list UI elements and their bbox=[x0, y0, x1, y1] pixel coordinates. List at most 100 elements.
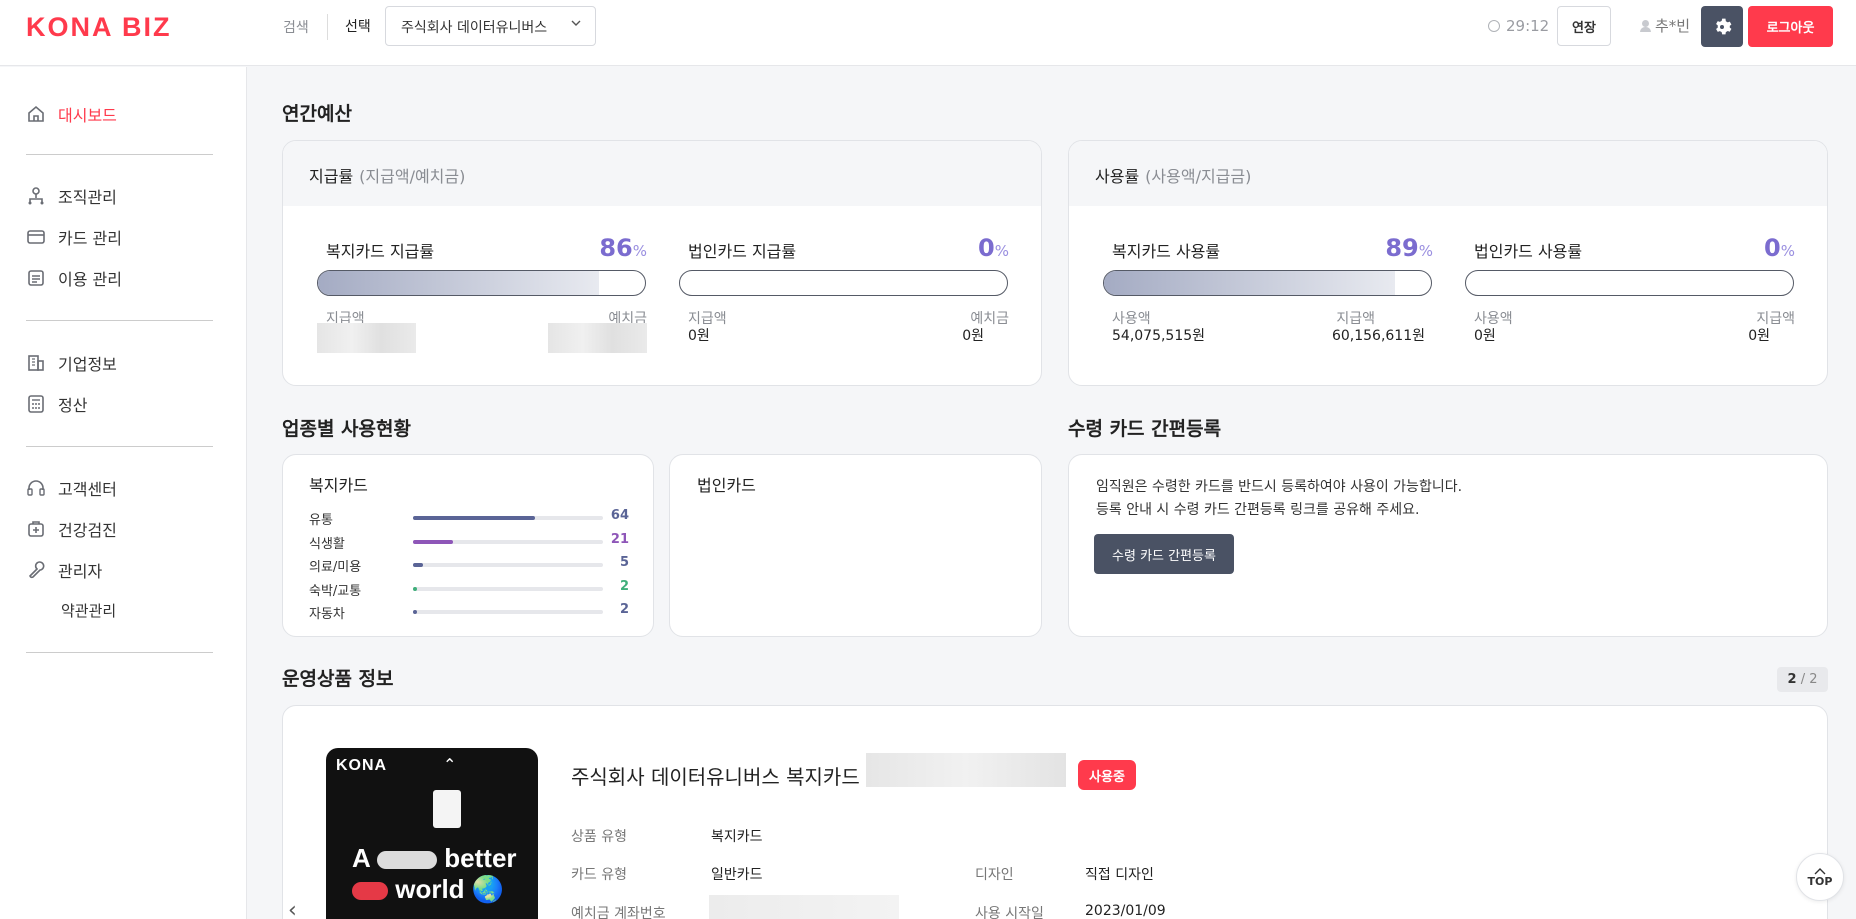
category-name: 의료/미용 bbox=[309, 560, 362, 575]
category-fill bbox=[413, 586, 417, 591]
sidebar-item-org[interactable]: 조직관리 bbox=[26, 184, 117, 208]
kona-biz-logo[interactable]: KONA BIZ bbox=[26, 12, 172, 43]
sidebar-item-company[interactable]: 기업정보 bbox=[26, 351, 117, 375]
sidebar-item-card[interactable]: 카드 관리 bbox=[26, 225, 122, 249]
category-fill bbox=[413, 610, 417, 614]
category-row: 숙박/교통 2 bbox=[309, 578, 629, 599]
settings-button[interactable] bbox=[1701, 6, 1743, 47]
sidebar-item-usage[interactable]: 이용 관리 bbox=[26, 266, 122, 290]
welfare-usage-bar bbox=[1103, 270, 1432, 296]
usage-amount: 54,075,515원 bbox=[1112, 328, 1206, 344]
payout-rate-header: 지급률 (지급액/예치금) bbox=[283, 141, 1041, 206]
notice-line: 임직원은 수령한 카드를 반드시 등록하여야 사용이 가능합니다. bbox=[1096, 479, 1463, 495]
sidebar-item-support[interactable]: 고객센터 bbox=[26, 476, 117, 500]
quick-register-title: 수령 카드 간편등록 bbox=[1068, 418, 1222, 440]
quick-register-button[interactable]: 수령 카드 간편등록 bbox=[1094, 534, 1234, 574]
slogan-pill-decoration bbox=[377, 851, 438, 870]
sidebar-item-label: 조직관리 bbox=[58, 188, 117, 207]
card-brand-logo: KONA bbox=[336, 757, 388, 774]
sidebar-divider bbox=[26, 446, 213, 447]
category-value: 5 bbox=[619, 555, 629, 570]
category-row: 유통 64 bbox=[309, 507, 629, 528]
payout-rate-subheading: (지급액/예치금) bbox=[359, 167, 466, 186]
arrow-up-icon bbox=[1814, 867, 1826, 874]
corporate-category-title: 법인카드 bbox=[697, 476, 756, 495]
corporate-usage-bar bbox=[1465, 270, 1794, 296]
sidebar-item-dashboard[interactable]: 대시보드 bbox=[26, 102, 117, 126]
building-icon bbox=[28, 355, 44, 371]
welfare-category-card: 복지카드 유통 64 식생활 21 의료/미용 5 숙박/교통 2 자동차 2 bbox=[282, 454, 654, 637]
annual-budget-title: 연간예산 bbox=[282, 103, 352, 125]
user-icon bbox=[1640, 19, 1651, 32]
sidebar-item-checkup[interactable]: 건강검진 bbox=[26, 517, 117, 541]
payout-amount: 0원 bbox=[688, 328, 710, 344]
corporate-usage-label: 법인카드 사용률 bbox=[1474, 242, 1583, 261]
timer-value: 29:12 bbox=[1506, 17, 1550, 35]
company-select[interactable]: 주식회사 데이터유니버스 bbox=[385, 6, 596, 46]
page-current: 2 bbox=[1787, 672, 1797, 687]
field-deposit-account: 예치금 계좌번호 bbox=[571, 906, 666, 919]
payout-rate-card: 지급률 (지급액/예치금) 복지카드 지급률 86% 지급액 예치금 법인카드 지… bbox=[282, 140, 1042, 386]
sidebar-item-label: 건강검진 bbox=[58, 521, 117, 540]
sidebar-divider bbox=[26, 320, 213, 321]
product-card: KONA ⌃ A better world 🌏 주식회사 데이터유니버스 복지카… bbox=[282, 705, 1828, 919]
corporate-payout-value: 0% bbox=[978, 234, 1009, 262]
deposit-amount: 0원 bbox=[962, 328, 984, 344]
user-info[interactable]: 추*빈 bbox=[1640, 15, 1690, 36]
masked-product-info bbox=[866, 753, 1066, 787]
sidebar-item-label: 카드 관리 bbox=[58, 229, 122, 248]
category-row: 식생활 21 bbox=[309, 531, 629, 552]
usage-rate-card: 사용률 (사용액/지급금) 복지카드 사용률 89% 사용액 지급액 54,075… bbox=[1068, 140, 1828, 386]
headset-icon bbox=[27, 480, 45, 496]
gear-icon bbox=[1716, 18, 1732, 34]
category-name: 유통 bbox=[309, 513, 333, 528]
notice-line: 등록 안내 시 수령 카드 간편등록 링크를 공유해 주세요. bbox=[1096, 502, 1420, 518]
sidebar-item-admin[interactable]: 관리자 bbox=[26, 558, 102, 582]
globe-icon: 🌏 bbox=[471, 874, 505, 904]
prev-product-arrow[interactable]: ‹ bbox=[288, 898, 297, 919]
sidebar-item-label: 대시보드 bbox=[58, 106, 117, 125]
sidebar-item-settlement[interactable]: 정산 bbox=[26, 392, 87, 416]
usage-rate-heading: 사용률 bbox=[1095, 167, 1140, 186]
logout-button[interactable]: 로그아웃 bbox=[1748, 6, 1833, 47]
category-fill bbox=[413, 563, 423, 567]
medical-icon bbox=[28, 521, 44, 537]
masked-account-number bbox=[709, 895, 899, 919]
sidebar-item-label: 약관관리 bbox=[61, 601, 117, 620]
category-row: 의료/미용 5 bbox=[309, 554, 629, 575]
org-icon bbox=[28, 187, 44, 205]
quick-register-notice: 임직원은 수령한 카드를 반드시 등록하여야 사용이 가능합니다. 등록 안내 … bbox=[1096, 476, 1462, 522]
wrench-icon bbox=[29, 561, 45, 579]
search-label[interactable]: 검색 bbox=[283, 17, 309, 37]
page-total: / 2 bbox=[1800, 672, 1818, 687]
sidebar-item-label: 관리자 bbox=[58, 562, 103, 581]
payout-amount: 0원 bbox=[1748, 328, 1770, 344]
category-track bbox=[413, 539, 603, 544]
card-design-image[interactable]: KONA ⌃ A better world 🌏 bbox=[326, 748, 538, 919]
header-divider bbox=[327, 14, 328, 40]
company-select-value: 주식회사 데이터유니버스 bbox=[401, 20, 548, 36]
category-track bbox=[413, 610, 603, 614]
products-title: 운영상품 정보 bbox=[282, 668, 394, 690]
category-value: 2 bbox=[619, 602, 629, 617]
field-card-type: 카드 유형 일반카드 bbox=[571, 867, 763, 883]
welfare-usage-fill bbox=[1104, 271, 1396, 295]
card-icon bbox=[27, 230, 45, 244]
welfare-usage-label: 복지카드 사용률 bbox=[1112, 242, 1221, 261]
quick-register-card: 임직원은 수령한 카드를 반드시 등록하여야 사용이 가능합니다. 등록 안내 … bbox=[1068, 454, 1828, 637]
sidebar-item-terms[interactable]: 약관관리 bbox=[61, 598, 116, 622]
masked-deposit-amount bbox=[548, 323, 647, 353]
welfare-payout-value: 86% bbox=[599, 234, 647, 262]
top-header: KONA BIZ 검색 선택 주식회사 데이터유니버스 29:12 연장 추*빈… bbox=[0, 0, 1856, 66]
usage-rate-subheading: (사용액/지급금) bbox=[1145, 167, 1252, 186]
home-icon bbox=[28, 105, 44, 122]
category-name: 자동차 bbox=[309, 607, 345, 622]
category-value: 64 bbox=[610, 508, 629, 523]
category-value: 2 bbox=[619, 578, 629, 594]
category-track bbox=[413, 586, 603, 591]
category-track bbox=[413, 516, 603, 520]
scroll-top-button[interactable]: TOP bbox=[1796, 853, 1844, 901]
corporate-usage-value: 0% bbox=[1764, 234, 1795, 262]
sidebar-item-label: 정산 bbox=[58, 396, 88, 415]
extend-session-button[interactable]: 연장 bbox=[1557, 6, 1611, 46]
